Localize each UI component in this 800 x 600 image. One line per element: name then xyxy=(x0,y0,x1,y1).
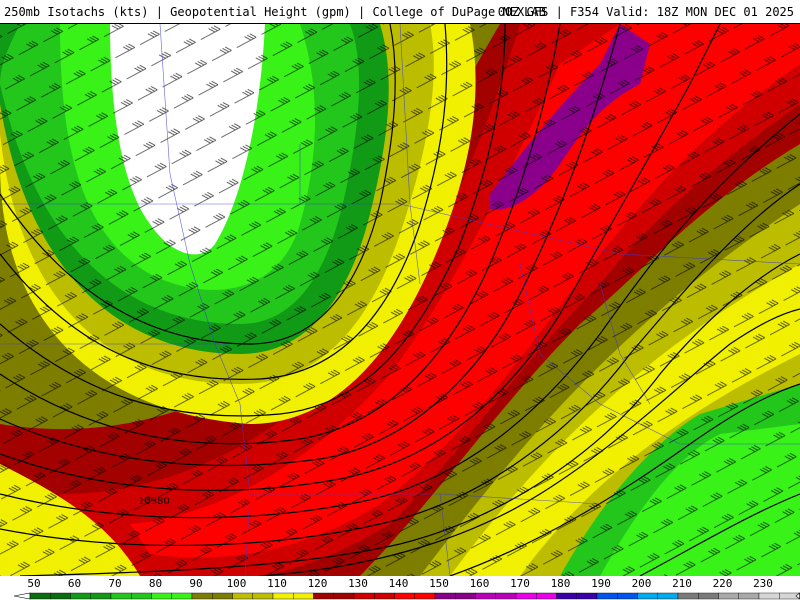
legend-tick-label: 150 xyxy=(429,577,449,590)
legend-swatch xyxy=(232,592,253,600)
wind-barbs xyxy=(0,24,800,576)
legend-tick-label: 90 xyxy=(189,577,202,590)
legend-swatch xyxy=(596,592,618,600)
legend-tick-label: 200 xyxy=(632,577,652,590)
weather-map[interactable]: 10380 xyxy=(0,24,800,576)
legend-swatch xyxy=(617,592,638,600)
legend-swatch xyxy=(70,592,91,600)
legend-swatch xyxy=(90,592,112,600)
legend-swatch xyxy=(677,592,699,600)
legend-swatch xyxy=(515,592,537,600)
legend-swatch xyxy=(131,592,152,600)
legend-tick-label: 210 xyxy=(672,577,692,590)
legend-tick-label: 180 xyxy=(551,577,571,590)
legend-tick-label: 120 xyxy=(308,577,328,590)
legend-swatch xyxy=(212,592,233,600)
legend-tick-label: 70 xyxy=(108,577,121,590)
legend-tick-label: 50 xyxy=(27,577,40,590)
legend-tick-label: 130 xyxy=(348,577,368,590)
legend-swatch xyxy=(374,592,395,600)
legend-swatch xyxy=(495,592,517,600)
legend-swatch xyxy=(455,592,476,600)
legend-swatch xyxy=(252,592,274,600)
legend-swatch xyxy=(637,592,658,600)
legend-tick-label: 80 xyxy=(149,577,162,590)
legend-tick-label: 190 xyxy=(591,577,611,590)
legend-tick-label: 220 xyxy=(713,577,733,590)
legend-tick-label: 170 xyxy=(510,577,530,590)
legend-swatch xyxy=(738,592,760,600)
legend-swatch xyxy=(475,592,496,600)
legend-swatch xyxy=(333,592,355,600)
legend-swatch xyxy=(394,592,415,600)
color-legend: 50 60 70 80 90 100 110 120 130 140 150 160 170 180 190… xyxy=(0,576,800,600)
legend-swatch xyxy=(758,592,780,600)
legend-swatch xyxy=(576,592,598,600)
contour-label: 10380 xyxy=(138,496,170,507)
legend-swatch xyxy=(434,592,456,600)
legend-swatch xyxy=(313,592,334,600)
legend-swatch xyxy=(353,592,375,600)
legend-swatch xyxy=(414,592,436,600)
legend-swatch xyxy=(718,592,739,600)
legend-swatch xyxy=(110,592,132,600)
legend-swatch xyxy=(698,592,719,600)
legend-swatch xyxy=(293,592,314,600)
legend-color-bar xyxy=(13,592,800,600)
legend-swatch xyxy=(50,592,71,600)
legend-swatch xyxy=(272,592,294,600)
legend-swatch xyxy=(657,592,679,600)
legend-swatch xyxy=(29,592,51,600)
legend-swatch xyxy=(191,592,213,600)
legend-tick-label: 230 xyxy=(753,577,773,590)
legend-swatch xyxy=(536,592,557,600)
product-title: 250mb Isotachs (kts) | Geopotential Heig… xyxy=(4,5,546,19)
legend-tick-label: 100 xyxy=(227,577,247,590)
legend-tick-label: 60 xyxy=(68,577,81,590)
legend-left-arrow xyxy=(13,592,31,600)
legend-tick-label: 160 xyxy=(470,577,490,590)
legend-swatch xyxy=(556,592,577,600)
valid-time: 00Z GFS | F354 Valid: 18Z MON DEC 01 202… xyxy=(497,5,794,19)
legend-swatch xyxy=(171,592,193,600)
legend-tick-label: 140 xyxy=(389,577,409,590)
legend-tick-label: 110 xyxy=(267,577,287,590)
legend-tick-labels: 50 60 70 80 90 100 110 120 130 140 150 160 170 180 190… xyxy=(27,577,773,590)
legend-swatch xyxy=(151,592,172,600)
header-bar: 250mb Isotachs (kts) | Geopotential Heig… xyxy=(0,0,800,24)
